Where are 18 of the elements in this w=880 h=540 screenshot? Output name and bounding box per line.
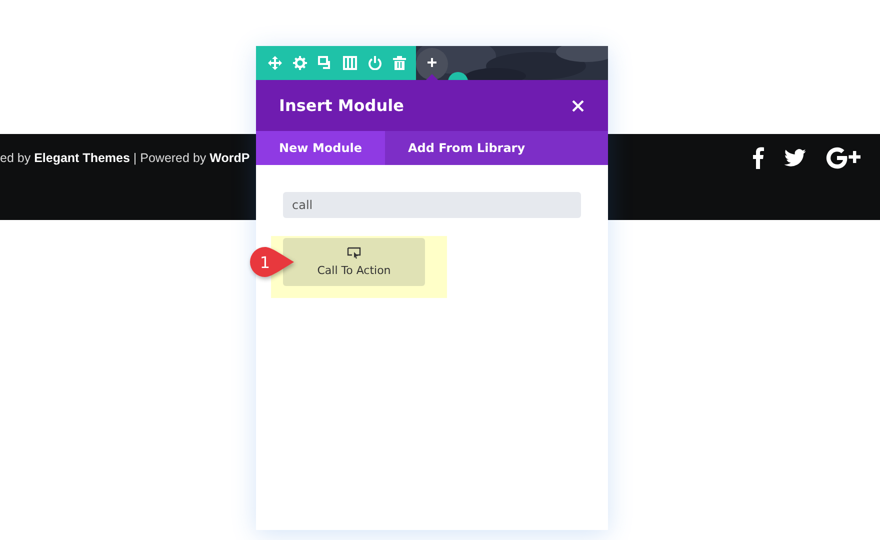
step-badge: 1 [249, 246, 295, 278]
power-icon[interactable] [368, 56, 382, 70]
twitter-icon[interactable] [784, 149, 806, 167]
move-icon[interactable] [268, 56, 282, 70]
trash-icon[interactable] [393, 56, 406, 70]
search-field[interactable]: call [283, 192, 581, 218]
dialog-title: Insert Module [279, 96, 404, 115]
duplicate-icon[interactable] [318, 56, 332, 70]
google-plus-icon[interactable] [826, 147, 862, 169]
cursor-on-screen-icon [347, 247, 361, 259]
module-button[interactable]: Call To Action [283, 238, 425, 286]
columns-icon[interactable] [343, 56, 357, 70]
tab[interactable]: Add From Library [385, 131, 548, 165]
close-icon[interactable] [572, 100, 584, 112]
settings-icon[interactable] [293, 56, 307, 70]
footer-credit: ed by Elegant Themes | Powered by WordP [0, 151, 250, 165]
tab[interactable]: New Module [256, 131, 386, 165]
facebook-icon[interactable] [752, 147, 764, 169]
